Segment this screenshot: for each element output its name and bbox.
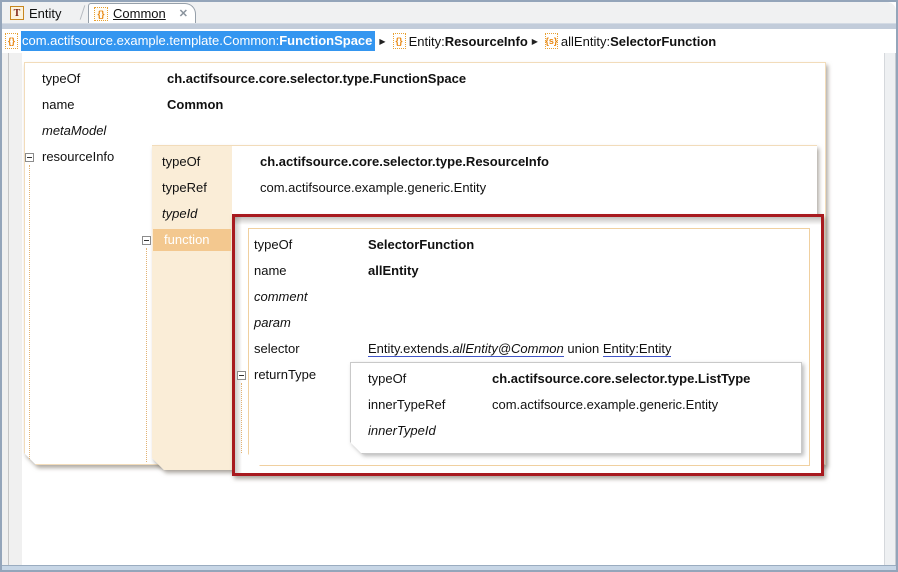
tree-guide-line bbox=[29, 165, 30, 459]
property-value-typeof[interactable]: ch.actifsource.core.selector.type.ListTy… bbox=[492, 366, 750, 392]
tab-entity-label: Entity bbox=[29, 6, 62, 21]
collapse-toggle-function[interactable] bbox=[142, 236, 151, 245]
property-value-typeref[interactable]: com.actifsource.example.generic.Entity bbox=[260, 175, 486, 201]
breadcrumb-item-selectorfunction[interactable]: allEntity:SelectorFunction bbox=[561, 34, 716, 49]
tab-common-label: Common bbox=[113, 6, 166, 21]
property-value-innertyperef[interactable]: com.actifsource.example.generic.Entity bbox=[492, 392, 718, 418]
property-value-typeof[interactable]: ch.actifsource.core.selector.type.Functi… bbox=[167, 66, 466, 92]
chevron-right-icon: ▶ bbox=[379, 37, 385, 46]
tree-guide-line bbox=[241, 383, 242, 453]
property-label-innertypeid[interactable]: innerTypeId bbox=[368, 418, 436, 444]
property-value-name[interactable]: Common bbox=[167, 92, 223, 118]
property-label-typeref[interactable]: typeRef bbox=[162, 175, 207, 201]
breadcrumb-text: com.actifsource.example.template.Common: bbox=[22, 33, 279, 48]
collapse-toggle-returntype[interactable] bbox=[237, 371, 246, 380]
property-label-selector[interactable]: selector bbox=[254, 336, 300, 362]
property-label-name[interactable]: name bbox=[42, 92, 75, 118]
property-label-name[interactable]: name bbox=[254, 258, 287, 284]
breadcrumb-text: Entity: bbox=[409, 34, 445, 49]
selector-ref[interactable]: allEntity@Common bbox=[452, 341, 563, 357]
collapse-toggle-resourceinfo[interactable] bbox=[25, 153, 34, 162]
editor-left-margin bbox=[2, 53, 22, 565]
property-value-typeof[interactable]: SelectorFunction bbox=[368, 232, 474, 258]
breadcrumb-text-bold: FunctionSpace bbox=[279, 33, 372, 48]
property-label-typeof[interactable]: typeOf bbox=[368, 366, 406, 392]
selector-ref[interactable]: Entity:Entity bbox=[603, 341, 672, 357]
breadcrumb-text: allEntity: bbox=[561, 34, 610, 49]
property-label-returntype[interactable]: returnType bbox=[254, 362, 316, 388]
property-label-typeof[interactable]: typeOf bbox=[162, 149, 200, 175]
inner-shadow-top bbox=[235, 217, 821, 225]
breadcrumb-item-resourceinfo[interactable]: Entity:ResourceInfo bbox=[409, 34, 528, 49]
tab-entity[interactable]: T Entity bbox=[6, 3, 88, 23]
property-label-innertyperef[interactable]: innerTypeRef bbox=[368, 392, 445, 418]
template-icon: T bbox=[10, 6, 24, 20]
braces-icon: {} bbox=[393, 33, 406, 49]
property-label-metamodel[interactable]: metaModel bbox=[42, 118, 106, 144]
tree-guide-line bbox=[146, 248, 147, 462]
property-label-function-selected[interactable]: function bbox=[153, 229, 231, 251]
property-label-typeid[interactable]: typeId bbox=[162, 201, 197, 227]
vertical-scrollbar[interactable] bbox=[884, 53, 896, 565]
chevron-right-icon: ▶ bbox=[532, 37, 538, 46]
property-label-typeof[interactable]: typeOf bbox=[254, 232, 292, 258]
breadcrumb-item-functionspace[interactable]: com.actifsource.example.template.Common:… bbox=[21, 31, 375, 51]
breadcrumb: {} com.actifsource.example.template.Comm… bbox=[2, 29, 896, 54]
property-label-typeof[interactable]: typeOf bbox=[42, 66, 80, 92]
property-value-name[interactable]: allEntity bbox=[368, 258, 419, 284]
property-value-selector[interactable]: Entity.extends.allEntity@Common union En… bbox=[368, 336, 671, 362]
selector-ref[interactable]: Entity.extends. bbox=[368, 341, 452, 357]
tab-bar: T Entity {} Common ✕ bbox=[2, 2, 896, 24]
selector-operator: union bbox=[564, 341, 603, 356]
breadcrumb-text-bold: ResourceInfo bbox=[445, 34, 528, 49]
property-label-param[interactable]: param bbox=[254, 310, 291, 336]
property-label-resourceinfo[interactable]: resourceInfo bbox=[42, 144, 114, 170]
close-icon[interactable]: ✕ bbox=[179, 7, 188, 20]
property-label-comment[interactable]: comment bbox=[254, 284, 307, 310]
braces-icon: {} bbox=[94, 7, 108, 21]
breadcrumb-text-bold: SelectorFunction bbox=[610, 34, 716, 49]
horizontal-scrollbar[interactable] bbox=[2, 565, 896, 572]
property-value-typeof[interactable]: ch.actifsource.core.selector.type.Resour… bbox=[260, 149, 549, 175]
actifsource-editor-window: T Entity {} Common ✕ {} com.actifsource.… bbox=[0, 0, 898, 572]
selector-icon: {s} bbox=[545, 33, 558, 49]
braces-icon: {} bbox=[5, 33, 18, 49]
tab-common[interactable]: {} Common ✕ bbox=[88, 3, 196, 23]
